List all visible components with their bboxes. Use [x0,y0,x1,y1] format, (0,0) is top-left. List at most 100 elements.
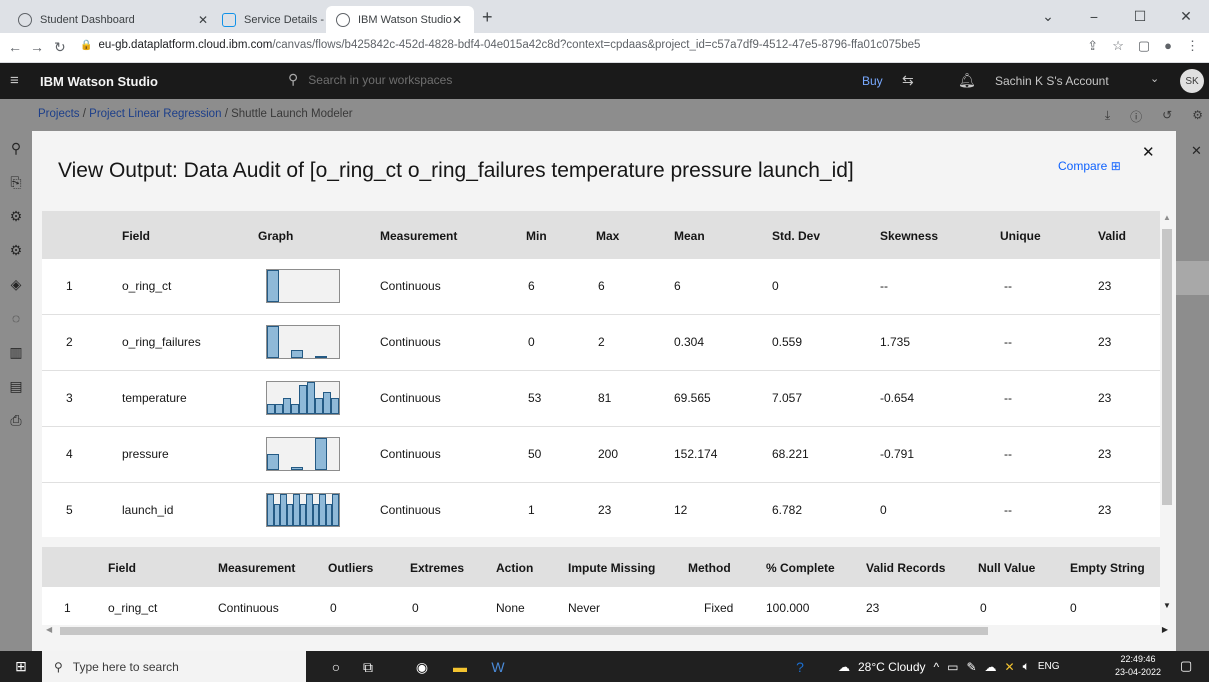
kebab-menu-icon[interactable]: ⋮ [1186,38,1199,54]
help-icon[interactable]: ? [790,657,810,677]
breadcrumb-current: Shuttle Launch Modeler [231,108,353,120]
scroll-up-icon[interactable]: ▲ [1163,213,1171,222]
record-ops-icon[interactable]: ⚙ [0,199,32,233]
compare-icon: ⊞ [1110,159,1121,173]
histogram-graph[interactable] [266,437,340,471]
col-measurement: Measurement [380,229,458,243]
modal-close-icon[interactable]: ✕ [1142,143,1155,161]
url-field[interactable]: 🔒 eu-gb.dataplatform.cloud.ibm.com/canvas… [80,39,920,51]
window-controls: ⌄ − ☐ ✕ [1025,0,1209,33]
valid-value: 23 [1098,391,1112,405]
table-row[interactable]: 2 o_ring_failures Continuous 0 2 0.304 0… [42,315,1160,371]
scroll-right-icon[interactable]: ▶ [1162,625,1168,634]
battery-icon[interactable]: ▭ [947,660,958,674]
weather-text[interactable]: 28°C Cloudy [858,660,926,674]
modeling-icon[interactable]: ◈ [0,267,32,301]
word-icon[interactable]: W [488,657,508,677]
scrollbar-thumb[interactable] [60,627,988,635]
browser-tab[interactable]: Student Dashboard ✕ [8,6,220,33]
back-icon[interactable]: ← [8,39,22,55]
import-icon[interactable]: ⎘ [0,165,32,199]
cortana-icon[interactable]: ○ [326,657,346,677]
reload-icon[interactable]: ↻ [54,39,66,56]
action-value[interactable]: None [496,601,525,615]
notification-center-icon[interactable]: ▢ [1180,658,1192,674]
export-icon[interactable]: ⎙ [0,403,32,437]
scroll-left-icon[interactable]: ◀ [46,625,52,634]
breadcrumb-separator: / [82,108,86,120]
compare-button[interactable]: Compare ⊞ [1058,159,1121,173]
col-action: Action [496,561,534,575]
graphs-icon[interactable]: ▥ [0,335,32,369]
file-explorer-icon[interactable]: ▬ [450,657,470,677]
profile-icon[interactable]: ● [1164,38,1172,54]
chrome-icon[interactable]: ◉ [412,657,432,677]
tab-search-icon[interactable]: ⌄ [1025,0,1071,33]
close-icon[interactable]: ✕ [198,13,208,27]
search-icon[interactable]: ⚲ [0,131,32,165]
chevron-up-icon[interactable]: ^ [934,660,940,674]
sidebar-icon[interactable]: ▢ [1138,38,1150,54]
avatar[interactable]: SK [1180,69,1204,93]
table-row[interactable]: 5 launch_id Continuous 1 23 12 6.782 0 -… [42,483,1160,537]
forward-icon[interactable]: → [30,39,44,55]
text-analytics-icon[interactable]: ◌ [0,301,32,335]
histogram-bar [267,270,279,302]
account-switcher[interactable]: Sachin K S's Account [995,74,1109,88]
table-row[interactable]: 1 o_ring_ct Continuous 6 6 6 0 -- -- 23 [42,259,1160,315]
vertical-scrollbar[interactable]: ▲ [1160,211,1174,537]
info-icon[interactable]: ⓘ [1130,108,1142,125]
histogram-bar [267,454,279,470]
clock[interactable]: 22:49:46 23-04-2022 [1115,653,1161,679]
min-value: 6 [528,279,535,293]
address-bar: ← → ↻ 🔒 eu-gb.dataplatform.cloud.ibm.com/… [0,33,1209,63]
scrollbar-thumb[interactable] [1162,229,1172,505]
browser-tab-bar: Student Dashboard ✕ Service Details - IB… [0,0,1209,33]
breadcrumb-separator: / [224,108,228,120]
task-view-icon[interactable]: ⧉ [358,657,378,677]
maximize-button[interactable]: ☐ [1117,0,1163,33]
new-tab-button[interactable]: + [482,6,493,28]
signpost-icon[interactable]: ⇆ [902,72,914,89]
buy-link[interactable]: Buy [862,74,883,88]
histogram-graph[interactable] [266,381,340,415]
scroll-down-icon[interactable]: ▼ [1160,601,1174,610]
app-brand[interactable]: IBM Watson Studio [40,74,158,89]
bookmark-star-icon[interactable]: ☆ [1112,38,1124,54]
min-value: 1 [528,503,535,517]
download-icon[interactable]: ⤓ [1105,108,1110,125]
volume-icon[interactable]: 🔈︎ [1023,659,1030,674]
impute-missing-value[interactable]: Never [568,601,600,615]
windows-start-icon[interactable]: ⊞ [0,651,42,682]
horizontal-scrollbar[interactable]: ◀ ▶ [42,625,1172,637]
table-header: Field Graph Measurement Min Max Mean Std… [42,211,1160,259]
settings-icon[interactable]: ⚙ [1192,108,1203,125]
onedrive-icon[interactable]: ☁ [985,660,997,674]
histogram-graph[interactable] [266,269,340,303]
close-panel-icon[interactable]: ✕ [1191,143,1202,159]
breadcrumb-projects[interactable]: Projects [38,108,80,120]
hamburger-menu-icon[interactable]: ≡ [10,72,19,89]
history-icon[interactable]: ↺ [1162,108,1172,125]
breadcrumb-project[interactable]: Project Linear Regression [89,108,221,120]
table-row[interactable]: 3 temperature Continuous 53 81 69.565 7.… [42,371,1160,427]
network-icon[interactable]: ✕ [1005,660,1015,674]
method-value[interactable]: Fixed [704,601,733,615]
outputs-icon[interactable]: ▤ [0,369,32,403]
chevron-down-icon[interactable]: ⌄ [1150,72,1159,85]
close-window-button[interactable]: ✕ [1163,0,1209,33]
notification-icon[interactable]: 🔔︎ [958,72,976,89]
browser-tab-active[interactable]: IBM Watson Studio ✕ [326,6,474,33]
minimize-button[interactable]: − [1071,0,1117,33]
table-row[interactable]: 4 pressure Continuous 50 200 152.174 68.… [42,427,1160,483]
share-icon[interactable]: ⇪ [1087,38,1098,54]
workspace-search[interactable]: ⚲ Search in your workspaces [288,71,452,88]
close-icon[interactable]: ✕ [452,13,462,27]
histogram-graph[interactable] [266,325,340,359]
field-ops-icon[interactable]: ⚙ [0,233,32,267]
histogram-graph[interactable] [266,493,340,527]
language-indicator[interactable]: ENG [1038,661,1060,672]
pen-icon[interactable]: ✎ [966,660,976,674]
browser-actions: ⇪ ☆ ▢ ● ⋮ [1087,38,1199,54]
taskbar-search[interactable]: ⚲ Type here to search [42,651,306,682]
